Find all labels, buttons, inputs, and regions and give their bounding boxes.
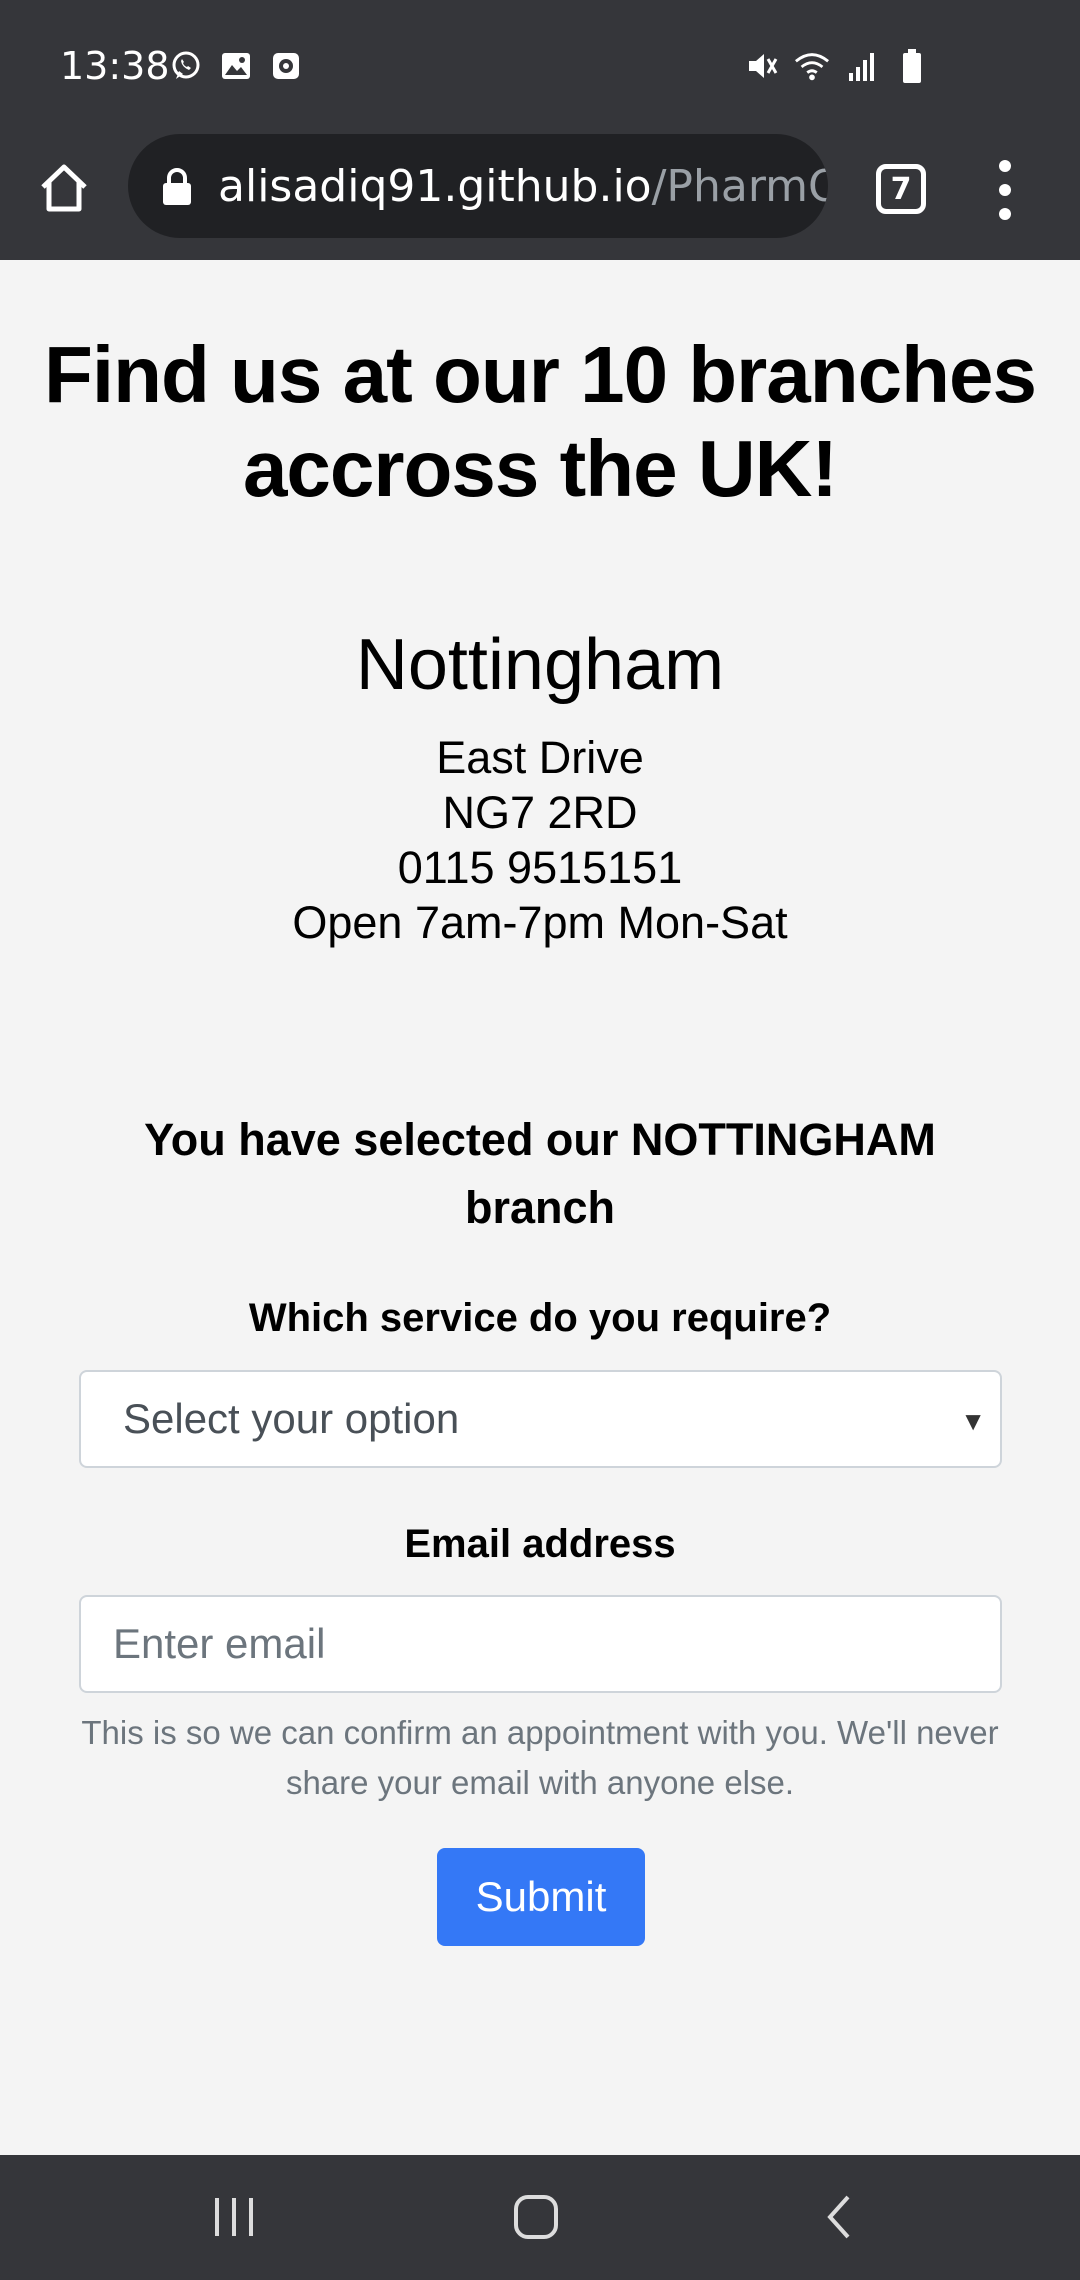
system-nav-bar [0,2155,1080,2280]
mute-icon [744,48,780,84]
wifi-icon [794,48,830,84]
page-content: Find us at our 10 branches accross the U… [0,260,1080,2155]
selected-branch-message: You have selected our NOTTINGHAM branch [144,1114,936,1233]
browser-toolbar: alisadiq91.github.io/PharmO 7 [0,130,1080,260]
branch-phone: 0115 9515151 [397,842,683,893]
more-menu-button[interactable] [990,160,1020,220]
url-text: alisadiq91.github.io/PharmO [218,161,828,212]
branch-hours: Open 7am-7pm Mon-Sat [292,897,788,948]
status-time: 13:38 [60,44,170,88]
caret-down-icon: ▼ [960,1406,986,1436]
branch-name: Nottingham [355,625,725,705]
more-dot-icon [999,184,1011,196]
back-button[interactable] [800,2187,880,2247]
back-icon [827,2195,850,2239]
home-button[interactable] [30,154,98,222]
service-label: Which service do you require? [248,1296,832,1340]
recent-apps-icon [215,2198,253,2236]
page-title: Find us at our 10 branches accross the U… [43,330,1037,513]
gallery-icon [218,48,254,84]
recent-apps-button[interactable] [194,2187,274,2247]
system-icons [744,48,930,84]
whatsapp-icon [168,48,204,84]
url-path: /PharmO [651,160,828,212]
battery-icon [894,48,930,84]
status-bar: 13:38 [0,0,1080,130]
home-icon [41,164,87,212]
service-select-value: Select your option [123,1395,460,1442]
branch-street: East Drive [436,732,644,783]
more-dot-icon [999,160,1011,172]
submit-button[interactable]: Submit [437,1848,645,1946]
email-input[interactable] [79,1595,1002,1693]
address-bar[interactable]: alisadiq91.github.io/PharmO [128,134,828,238]
notification-icons [168,48,304,84]
home-nav-button[interactable] [496,2187,576,2247]
home-nav-icon [514,2195,558,2239]
email-help-text: This is so we can confirm an appointment… [81,1714,999,1801]
more-dot-icon [999,208,1011,220]
url-host: alisadiq91.github.io [218,160,652,212]
branch-postcode: NG7 2RD [442,787,638,838]
signal-icon [844,48,880,84]
branch-details: East Drive NG7 2RD 0115 9515151 Open 7am… [0,730,1080,950]
email-label: Email address [404,1522,676,1566]
screen-recorder-icon [268,48,304,84]
tab-switcher-button[interactable]: 7 [876,164,926,214]
service-select[interactable]: Select your option ▼ [79,1370,1002,1468]
lock-icon [163,168,191,205]
